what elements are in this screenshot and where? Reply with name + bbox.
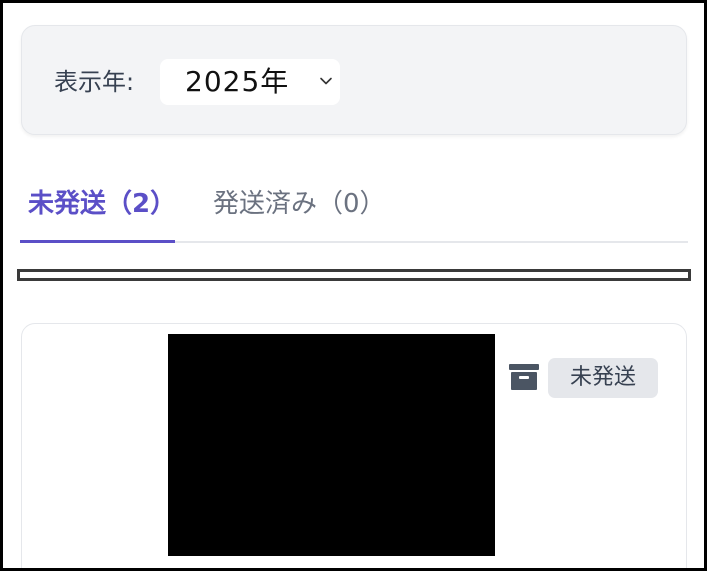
chevron-down-icon	[320, 77, 332, 85]
order-item-card[interactable]: 未発送	[21, 323, 687, 568]
shipping-tabs: 未発送（2） 発送済み（0）	[20, 171, 688, 243]
tab-sent[interactable]: 発送済み（0）	[213, 171, 386, 241]
item-thumbnail	[168, 334, 495, 556]
status-badge: 未発送	[548, 358, 658, 398]
tab-unsent-label: 未発送（2）	[28, 189, 177, 219]
year-select[interactable]: 2025年	[160, 59, 340, 105]
year-label: 表示年:	[54, 68, 135, 96]
year-filter-card: 表示年: 2025年	[21, 25, 687, 135]
section-divider	[17, 269, 691, 281]
app-frame: 表示年: 2025年 未発送（2） 発送済み（0） 未発送	[0, 0, 707, 571]
year-select-value: 2025年	[185, 65, 290, 98]
tab-unsent[interactable]: 未発送（2）	[20, 171, 177, 243]
archive-box-icon	[509, 364, 539, 390]
active-tab-indicator	[20, 240, 175, 243]
tab-sent-label: 発送済み（0）	[213, 189, 386, 219]
